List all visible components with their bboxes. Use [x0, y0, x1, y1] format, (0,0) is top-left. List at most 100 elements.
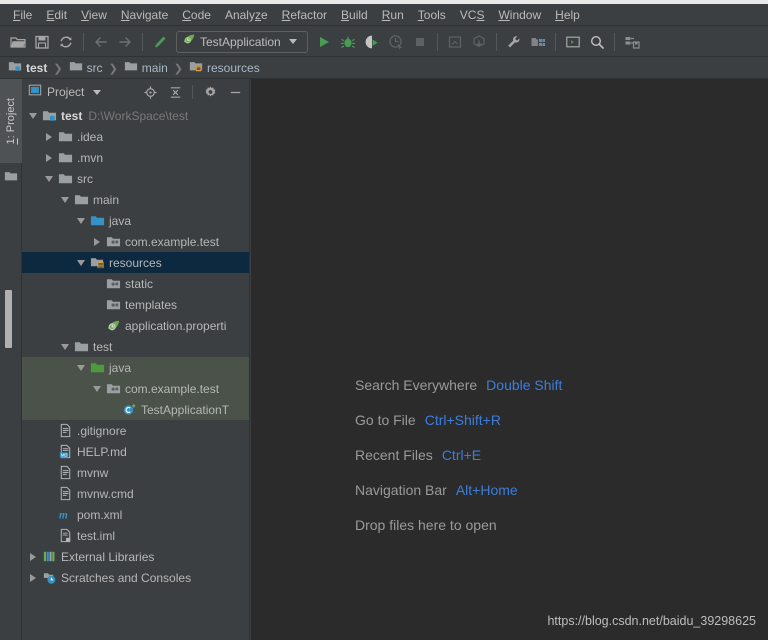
breadcrumb-item-main[interactable]: main: [124, 59, 168, 78]
tree-row[interactable]: Scratches and Consoles: [22, 567, 249, 588]
tree-row[interactable]: test D:\WorkSpace\test: [22, 105, 249, 126]
forward-arrow-icon[interactable]: [113, 30, 137, 54]
chevron-down-icon[interactable]: [42, 168, 56, 189]
tree-row-label: test: [61, 108, 83, 123]
terminal-icon[interactable]: [561, 30, 585, 54]
menu-item-run[interactable]: Run: [375, 4, 411, 26]
menu-item-refactor[interactable]: Refactor: [275, 4, 334, 26]
tree-row[interactable]: templates: [22, 294, 249, 315]
profile-icon[interactable]: [384, 30, 408, 54]
build-hammer-icon[interactable]: [148, 30, 172, 54]
chevron-right-icon[interactable]: [26, 567, 40, 588]
menu-item-navigate[interactable]: Navigate: [114, 4, 175, 26]
breadcrumb-item-resources[interactable]: resources: [189, 59, 260, 78]
tree-row[interactable]: .idea: [22, 126, 249, 147]
tree-twisty-empty: [90, 294, 104, 315]
chevron-down-icon[interactable]: [74, 252, 88, 273]
save-all-icon[interactable]: [30, 30, 54, 54]
tree-row[interactable]: mvnw: [22, 462, 249, 483]
tree-row[interactable]: java: [22, 357, 249, 378]
chevron-down-icon[interactable]: [93, 89, 102, 95]
run-icon[interactable]: [312, 30, 336, 54]
stop-icon[interactable]: [408, 30, 432, 54]
minimize-icon[interactable]: [225, 82, 245, 102]
tree-row[interactable]: application.properti: [22, 315, 249, 336]
menu-item-vcs[interactable]: VCS: [453, 4, 492, 26]
tree-row[interactable]: External Libraries: [22, 546, 249, 567]
tree-row[interactable]: com.example.test: [22, 378, 249, 399]
tree-row[interactable]: m pom.xml: [22, 504, 249, 525]
menu-item-window[interactable]: Window: [491, 4, 548, 26]
tree-row[interactable]: test.iml: [22, 525, 249, 546]
tree-row[interactable]: test: [22, 336, 249, 357]
debug-icon[interactable]: [336, 30, 360, 54]
menu-item-file[interactable]: File: [6, 4, 39, 26]
tree-row[interactable]: TestApplicationT: [22, 399, 249, 420]
folder-icon[interactable]: [4, 169, 18, 188]
import-project-icon[interactable]: [467, 30, 491, 54]
chevron-down-icon[interactable]: [58, 336, 72, 357]
file-icon: [56, 462, 74, 483]
chevron-down-icon[interactable]: [74, 210, 88, 231]
package-icon: [104, 273, 122, 294]
menu-item-edit[interactable]: Edit: [39, 4, 74, 26]
project-structure-icon[interactable]: [526, 30, 550, 54]
editor-hint-label: Recent Files: [355, 446, 433, 463]
project-tree: test D:\WorkSpace\test .idea .mvn src main jav…: [22, 105, 249, 588]
chevron-down-icon[interactable]: [90, 378, 104, 399]
chevron-down-icon[interactable]: [26, 105, 40, 126]
tree-twisty-empty: [42, 525, 56, 546]
tree-row-label: main: [93, 192, 120, 207]
update-app-icon[interactable]: [443, 30, 467, 54]
menu-item-build[interactable]: Build: [334, 4, 375, 26]
menu-item-help[interactable]: Help: [548, 4, 587, 26]
menu-item-view[interactable]: View: [74, 4, 114, 26]
tree-row[interactable]: com.example.test: [22, 231, 249, 252]
menu-item-tools[interactable]: Tools: [411, 4, 453, 26]
chevron-right-icon[interactable]: [42, 147, 56, 168]
class-icon: [120, 399, 138, 420]
tree-row-label: com.example.test: [125, 234, 220, 249]
chevron-right-icon[interactable]: [42, 126, 56, 147]
vertical-scrollbar-thumb[interactable]: [5, 290, 12, 348]
package-icon: [104, 231, 122, 252]
tree-row[interactable]: .gitignore: [22, 420, 249, 441]
breadcrumb-item-src[interactable]: src: [69, 59, 103, 78]
tree-row[interactable]: .mvn: [22, 147, 249, 168]
chevron-down-icon[interactable]: [288, 39, 297, 44]
run-configuration-selector[interactable]: TestApplication: [176, 30, 308, 53]
tree-row[interactable]: src: [22, 168, 249, 189]
tree-row[interactable]: resources: [22, 252, 249, 273]
settings-wrench-icon[interactable]: [502, 30, 526, 54]
search-icon[interactable]: [585, 30, 609, 54]
sidebar-item-project[interactable]: 1: Project: [0, 79, 22, 163]
sync-refresh-icon[interactable]: [54, 30, 78, 54]
chevron-right-icon[interactable]: [26, 546, 40, 567]
chevron-right-icon[interactable]: [90, 231, 104, 252]
back-arrow-icon[interactable]: [89, 30, 113, 54]
editor-hint-shortcut: Ctrl+E: [441, 446, 482, 463]
tree-row[interactable]: static: [22, 273, 249, 294]
tree-row[interactable]: MD HELP.md: [22, 441, 249, 462]
menu-item-code[interactable]: Code: [175, 4, 218, 26]
tree-row-label: application.properti: [125, 318, 227, 333]
tree-row-label: src: [77, 171, 93, 186]
tree-row[interactable]: main: [22, 189, 249, 210]
database-icon[interactable]: [620, 30, 644, 54]
open-folder-icon[interactable]: [6, 30, 30, 54]
package-icon: [104, 378, 122, 399]
header-separator: [192, 85, 193, 99]
menu-item-analyze[interactable]: Analyze: [218, 4, 275, 26]
tree-row[interactable]: mvnw.cmd: [22, 483, 249, 504]
collapse-all-icon[interactable]: [165, 82, 185, 102]
chevron-down-icon[interactable]: [58, 189, 72, 210]
tree-row[interactable]: java: [22, 210, 249, 231]
run-coverage-icon[interactable]: [360, 30, 384, 54]
tree-row-label: .gitignore: [77, 423, 127, 438]
chevron-down-icon[interactable]: [74, 357, 88, 378]
breadcrumb-item-test[interactable]: test: [8, 59, 47, 78]
scroll-from-source-icon[interactable]: [140, 82, 160, 102]
breadcrumb-item-label: test: [26, 61, 48, 75]
gear-icon[interactable]: [200, 82, 220, 102]
resources-folder-icon: [88, 252, 106, 273]
